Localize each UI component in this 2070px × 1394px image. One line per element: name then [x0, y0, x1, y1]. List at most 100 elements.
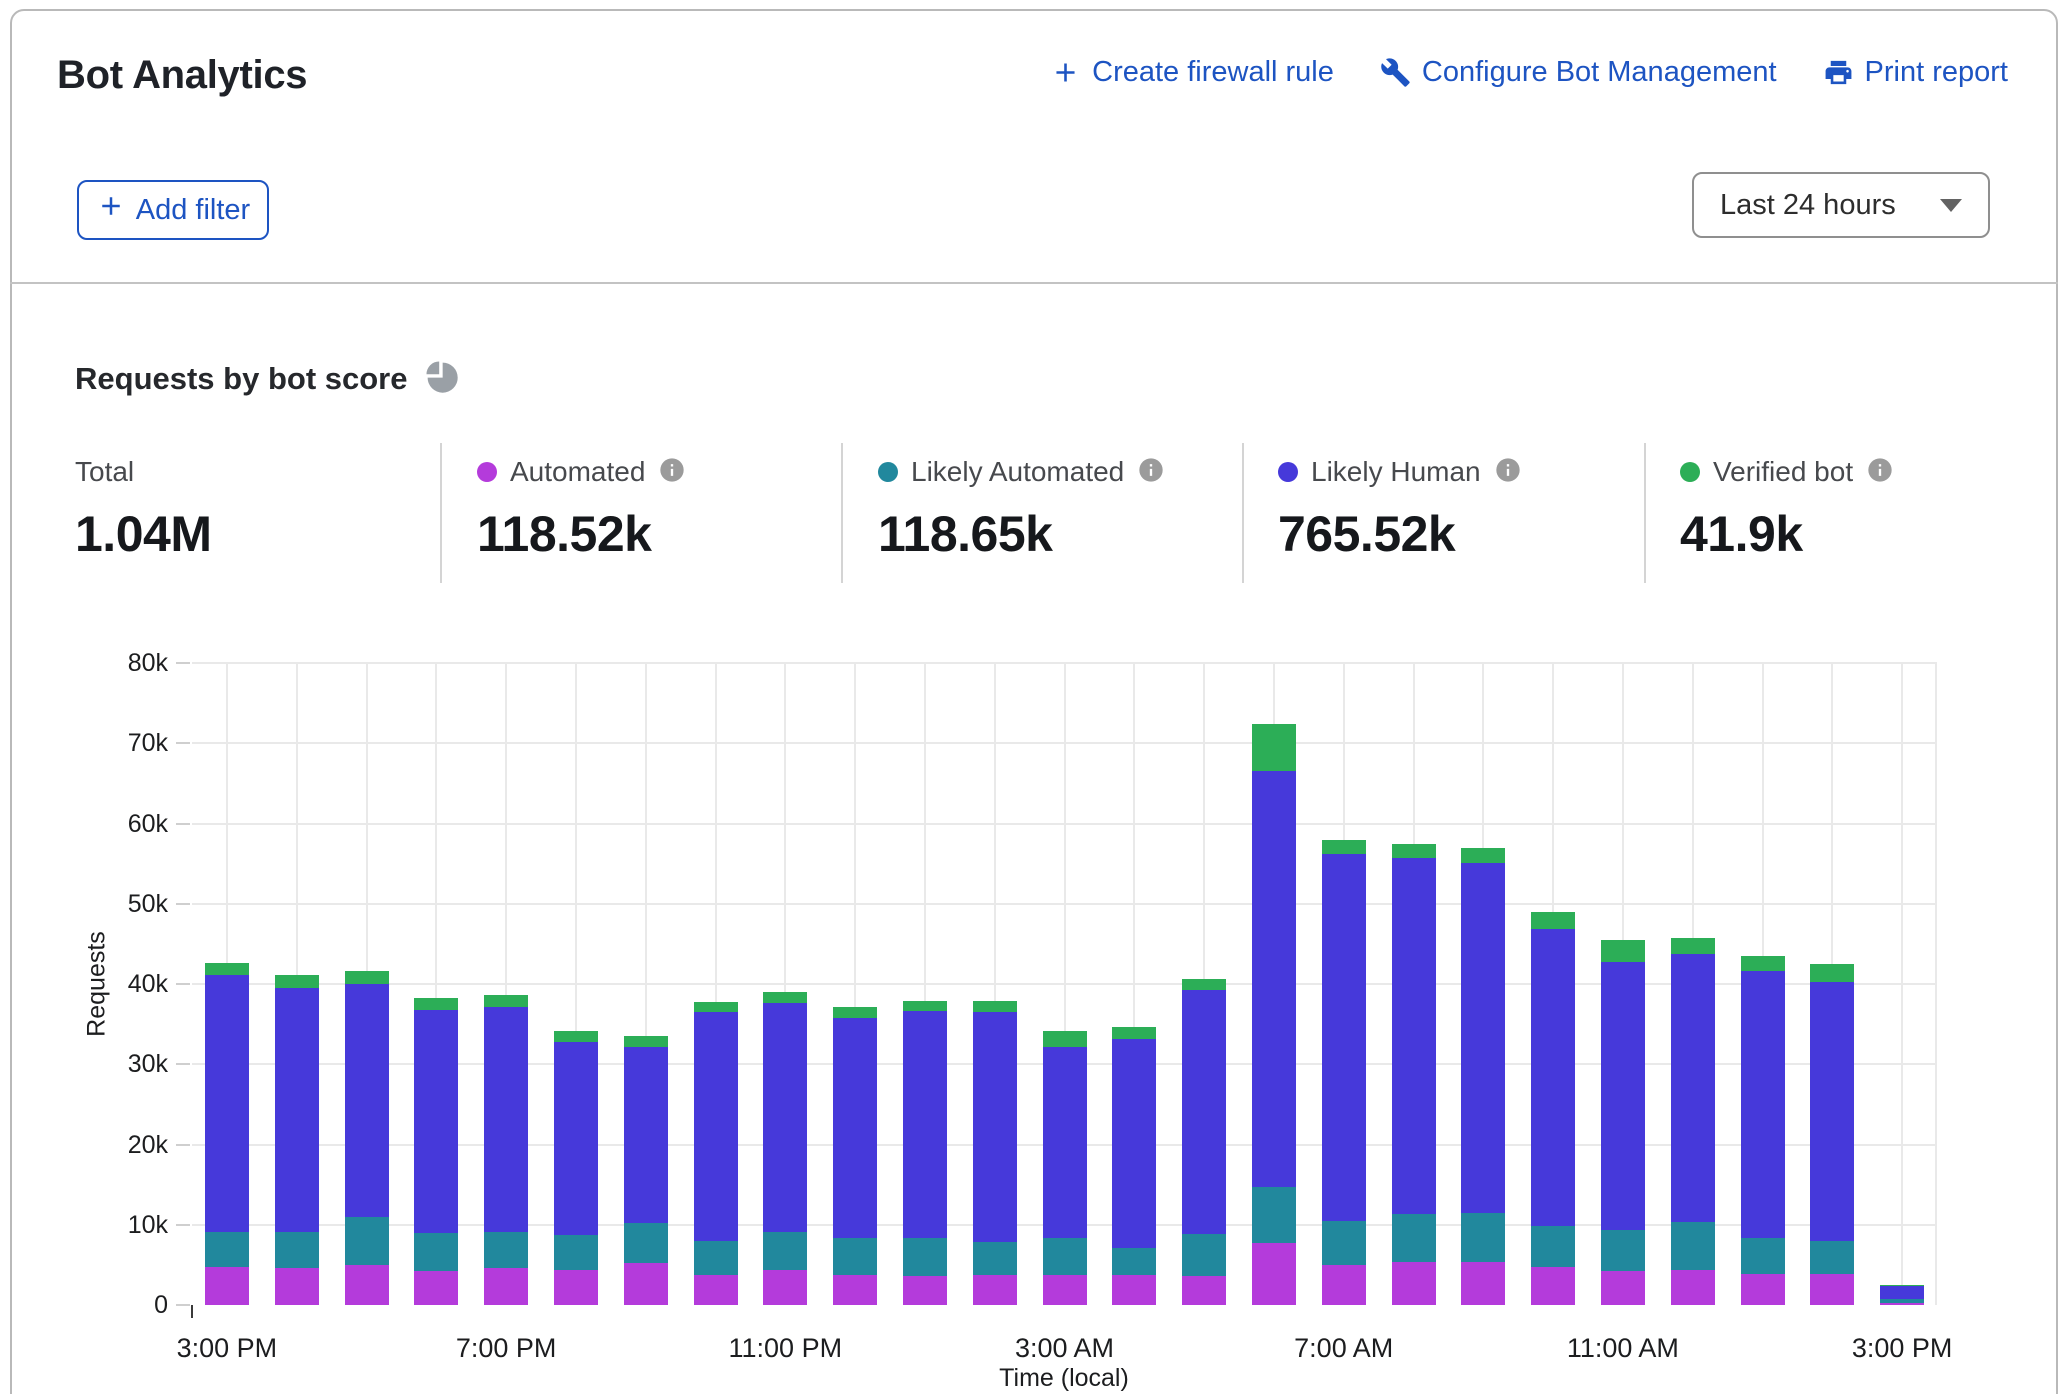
bar-segment-likely-human[interactable]	[1043, 1047, 1087, 1237]
bar-segment-likely-automated[interactable]	[763, 1232, 807, 1270]
bar-segment-automated[interactable]	[1461, 1262, 1505, 1305]
bar-segment-likely-automated[interactable]	[1741, 1238, 1785, 1273]
bar-segment-automated[interactable]	[345, 1265, 389, 1305]
bar-segment-automated[interactable]	[1043, 1275, 1087, 1305]
bar-segment-verified-bot[interactable]	[1810, 964, 1854, 982]
bar-segment-verified-bot[interactable]	[624, 1036, 668, 1047]
bar-segment-likely-automated[interactable]	[484, 1232, 528, 1268]
bar-segment-likely-human[interactable]	[973, 1012, 1017, 1242]
bar-segment-likely-automated[interactable]	[1182, 1234, 1226, 1276]
configure-bot-management-link[interactable]: Configure Bot Management	[1380, 56, 1777, 89]
bar-segment-verified-bot[interactable]	[833, 1007, 877, 1018]
bar-segment-automated[interactable]	[1601, 1271, 1645, 1306]
bar-segment-likely-human[interactable]	[1810, 982, 1854, 1241]
stacked-bar[interactable]	[1880, 1285, 1924, 1305]
bar-segment-likely-human[interactable]	[1392, 858, 1436, 1214]
bar-segment-likely-human[interactable]	[833, 1018, 877, 1238]
bar-segment-automated[interactable]	[275, 1268, 319, 1305]
bar-segment-likely-automated[interactable]	[973, 1242, 1017, 1274]
stacked-bar[interactable]	[1810, 964, 1854, 1305]
bar-segment-likely-automated[interactable]	[833, 1238, 877, 1275]
stacked-bar[interactable]	[554, 1031, 598, 1305]
bar-segment-verified-bot[interactable]	[1601, 940, 1645, 962]
bar-segment-likely-human[interactable]	[624, 1047, 668, 1223]
bar-segment-automated[interactable]	[205, 1267, 249, 1305]
stacked-bar[interactable]	[833, 1007, 877, 1306]
bar-segment-likely-human[interactable]	[1182, 990, 1226, 1234]
bar-segment-automated[interactable]	[973, 1275, 1017, 1305]
stacked-bar[interactable]	[1043, 1031, 1087, 1305]
stacked-bar[interactable]	[275, 975, 319, 1305]
bar-segment-likely-human[interactable]	[484, 1007, 528, 1232]
stacked-bar[interactable]	[1671, 938, 1715, 1305]
bar-segment-automated[interactable]	[1671, 1270, 1715, 1305]
bar-segment-likely-human[interactable]	[1880, 1286, 1924, 1300]
bar-segment-likely-automated[interactable]	[1322, 1221, 1366, 1265]
bar-segment-automated[interactable]	[763, 1270, 807, 1305]
bar-segment-likely-automated[interactable]	[1461, 1213, 1505, 1262]
bar-segment-automated[interactable]	[1880, 1303, 1924, 1305]
bar-segment-verified-bot[interactable]	[1182, 979, 1226, 990]
bar-segment-automated[interactable]	[1322, 1265, 1366, 1305]
bar-segment-automated[interactable]	[1182, 1276, 1226, 1305]
bar-segment-automated[interactable]	[1741, 1274, 1785, 1305]
stacked-bar[interactable]	[694, 1002, 738, 1305]
bar-segment-automated[interactable]	[624, 1263, 668, 1305]
stacked-bar[interactable]	[1741, 956, 1785, 1305]
bar-segment-likely-automated[interactable]	[1252, 1187, 1296, 1243]
bar-segment-verified-bot[interactable]	[903, 1001, 947, 1011]
time-range-dropdown[interactable]: Last 24 hours	[1692, 172, 1990, 238]
stacked-bar[interactable]	[345, 971, 389, 1305]
info-icon[interactable]	[658, 456, 686, 489]
bar-segment-verified-bot[interactable]	[414, 998, 458, 1010]
bar-segment-likely-automated[interactable]	[1112, 1248, 1156, 1275]
bar-segment-likely-automated[interactable]	[1043, 1238, 1087, 1275]
bar-segment-likely-automated[interactable]	[1531, 1226, 1575, 1268]
stacked-bar[interactable]	[1461, 848, 1505, 1305]
stacked-bar[interactable]	[414, 998, 458, 1305]
bar-segment-verified-bot[interactable]	[1741, 956, 1785, 971]
bar-segment-likely-human[interactable]	[554, 1042, 598, 1235]
bar-segment-likely-automated[interactable]	[903, 1238, 947, 1277]
bar-segment-automated[interactable]	[1112, 1275, 1156, 1305]
bar-segment-likely-human[interactable]	[1741, 971, 1785, 1238]
add-filter-button[interactable]: Add filter	[77, 180, 269, 240]
bar-segment-likely-human[interactable]	[1461, 863, 1505, 1213]
bar-segment-verified-bot[interactable]	[1531, 912, 1575, 929]
bar-segment-likely-human[interactable]	[1112, 1039, 1156, 1248]
info-icon[interactable]	[1866, 456, 1894, 489]
bar-segment-likely-automated[interactable]	[414, 1233, 458, 1271]
bar-segment-likely-automated[interactable]	[1671, 1222, 1715, 1270]
bar-segment-likely-human[interactable]	[345, 984, 389, 1217]
bar-segment-verified-bot[interactable]	[484, 995, 528, 1007]
bar-segment-verified-bot[interactable]	[345, 971, 389, 984]
create-firewall-rule-link[interactable]: Create firewall rule	[1050, 56, 1334, 89]
bar-segment-verified-bot[interactable]	[1671, 938, 1715, 954]
bar-segment-likely-human[interactable]	[694, 1012, 738, 1241]
bar-segment-verified-bot[interactable]	[1112, 1027, 1156, 1039]
info-icon[interactable]	[1494, 456, 1522, 489]
bar-segment-verified-bot[interactable]	[205, 963, 249, 975]
bar-segment-likely-human[interactable]	[1322, 854, 1366, 1221]
bar-segment-verified-bot[interactable]	[554, 1031, 598, 1042]
stacked-bar[interactable]	[1531, 912, 1575, 1305]
stacked-bar[interactable]	[763, 992, 807, 1305]
bar-segment-automated[interactable]	[833, 1275, 877, 1305]
bar-segment-verified-bot[interactable]	[1461, 848, 1505, 863]
stacked-bar[interactable]	[903, 1001, 947, 1305]
stacked-bar[interactable]	[973, 1001, 1017, 1305]
bar-segment-likely-human[interactable]	[763, 1003, 807, 1233]
stacked-bar[interactable]	[1601, 940, 1645, 1305]
bar-segment-likely-automated[interactable]	[1392, 1214, 1436, 1262]
bar-segment-verified-bot[interactable]	[694, 1002, 738, 1012]
bar-segment-automated[interactable]	[554, 1270, 598, 1305]
bar-segment-likely-human[interactable]	[205, 975, 249, 1232]
bar-segment-automated[interactable]	[484, 1268, 528, 1305]
bar-segment-verified-bot[interactable]	[763, 992, 807, 1002]
bar-segment-verified-bot[interactable]	[973, 1001, 1017, 1012]
bar-segment-likely-human[interactable]	[1601, 962, 1645, 1229]
bar-segment-automated[interactable]	[903, 1276, 947, 1305]
stacked-bar[interactable]	[1112, 1027, 1156, 1305]
bar-segment-automated[interactable]	[1252, 1243, 1296, 1305]
bar-segment-likely-automated[interactable]	[554, 1235, 598, 1270]
